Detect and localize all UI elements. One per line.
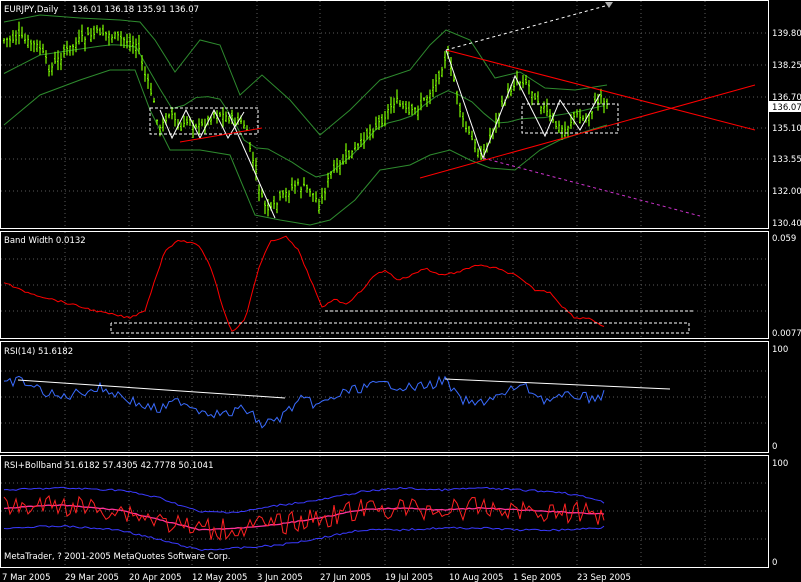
rsi-bollband-grid <box>1 456 768 567</box>
trendline <box>419 84 756 179</box>
rsi-grid <box>1 342 768 452</box>
trendline <box>445 49 756 131</box>
rsi-bollband-middle <box>3 504 605 531</box>
price-tick: 132.00 <box>772 187 801 197</box>
date-tick: 12 May 2005 <box>192 573 247 582</box>
copyright-text: MetaTrader, ? 2001-2005 MetaQuotes Softw… <box>4 552 231 562</box>
rsi-bollband-tick: 100 <box>772 459 788 469</box>
date-tick: 3 Jun 2005 <box>257 573 303 582</box>
main-panel-title: EURJPY,Daily <box>4 5 58 15</box>
main-panel-ohlc: 136.01 136.18 135.91 136.07 <box>72 5 199 15</box>
rsi-bollband-panel[interactable]: RSI+Bollband 51.6182 57.4305 42.7778 50.… <box>0 455 789 569</box>
date-tick: 29 Mar 2005 <box>65 573 119 582</box>
bandwidth-grid <box>1 232 768 338</box>
bandwidth-tick: 0.0077 <box>772 329 801 339</box>
date-axis: 7 Mar 2005 29 Mar 2005 20 Apr 2005 12 Ma… <box>2 573 631 582</box>
price-tick: 133.55 <box>772 155 801 165</box>
rsi-bollband-tick: 0 <box>772 558 777 568</box>
bollinger-bands <box>3 14 608 226</box>
price-axis: 139.80 138.25 136.70 135.10 133.55 132.0… <box>772 29 801 229</box>
rsi-bollband-panel-title: RSI+Bollband 51.6182 57.4305 42.7778 50.… <box>4 461 213 471</box>
price-bars <box>3 21 608 217</box>
price-tick: 130.40 <box>772 219 801 229</box>
bandwidth-line <box>3 235 605 332</box>
current-price-marker: 136.07 <box>769 101 801 113</box>
price-tick: 135.10 <box>772 124 801 134</box>
shift-arrow-icon[interactable] <box>605 2 613 8</box>
main-price-panel[interactable]: EURJPY,Daily 136.01 136.18 135.91 136.07… <box>0 0 801 230</box>
chart-window[interactable]: EURJPY,Daily 136.01 136.18 135.91 136.07… <box>0 0 801 582</box>
date-tick: 20 Apr 2005 <box>129 573 182 582</box>
date-tick: 23 Sep 2005 <box>577 573 631 582</box>
trendline <box>179 127 263 143</box>
date-tick: 1 Sep 2005 <box>513 573 561 582</box>
rsi-tick: 0 <box>772 442 777 452</box>
chart-annotations <box>149 5 756 219</box>
date-tick: 7 Mar 2005 <box>2 573 50 582</box>
date-tick: 27 Jun 2005 <box>320 573 371 582</box>
zigzag-leg <box>227 111 276 219</box>
rsi-tick: 100 <box>772 345 788 355</box>
bandwidth-annotation-box <box>110 310 693 334</box>
bandwidth-panel[interactable]: Band Width 0.0132 0.059 0.0077 <box>0 231 801 340</box>
bandwidth-panel-title: Band Width 0.0132 <box>4 236 86 246</box>
date-tick: 19 Jul 2005 <box>385 573 433 582</box>
projection-line <box>482 157 701 217</box>
rsi-panel-title: RSI(14) 51.6182 <box>4 347 73 357</box>
current-price-label: 136.07 <box>772 103 801 113</box>
date-tick: 10 Aug 2005 <box>449 573 503 582</box>
price-tick: 139.80 <box>772 29 801 39</box>
price-tick: 138.25 <box>772 61 801 71</box>
projection-line <box>445 5 606 51</box>
rsi-panel[interactable]: RSI(14) 51.6182 100 0 <box>0 341 789 453</box>
bollinger-lower <box>3 69 608 226</box>
rsi-line <box>3 375 605 429</box>
bandwidth-tick: 0.059 <box>772 234 796 244</box>
